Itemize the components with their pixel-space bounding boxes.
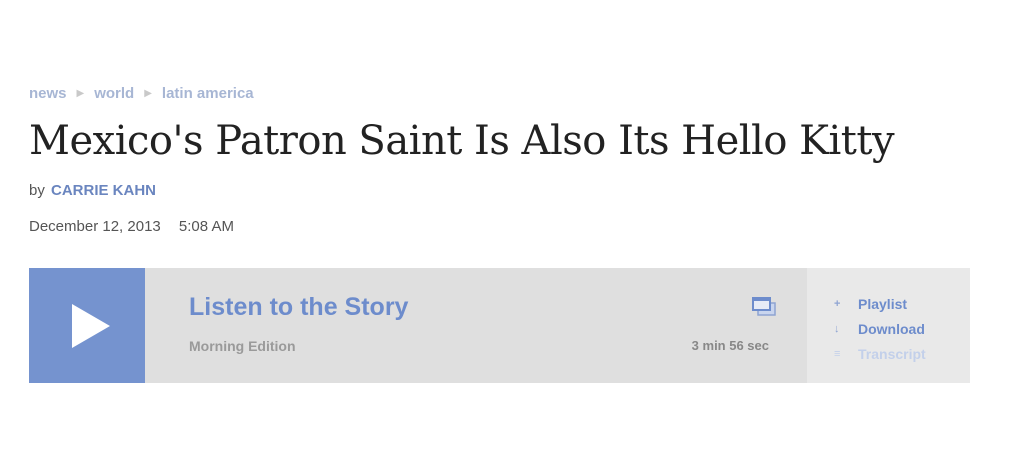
audio-duration: 3 min 56 sec (691, 338, 769, 353)
playlist-button[interactable]: + Playlist (834, 291, 926, 316)
play-icon (72, 303, 110, 348)
transcript-button[interactable]: ≡ Transcript (834, 341, 926, 366)
byline-prefix: by (29, 182, 45, 199)
breadcrumb-world[interactable]: world (94, 85, 134, 102)
dateline: December 12, 2013 5:08 AM (29, 218, 234, 235)
download-button[interactable]: ↓ Download (834, 316, 926, 341)
breadcrumb-separator-icon: ▶ (144, 88, 152, 99)
breadcrumb-separator-icon: ▶ (76, 88, 85, 99)
breadcrumb-latin-america[interactable]: latin america (162, 85, 254, 102)
plus-icon: + (834, 297, 841, 310)
author-link[interactable]: CARRIE KAHN (51, 182, 156, 199)
publish-date: December 12, 2013 (29, 218, 161, 235)
download-arrow-icon: ↓ (834, 322, 840, 335)
list-icon: ≡ (834, 347, 841, 360)
breadcrumb-news[interactable]: news (29, 85, 67, 102)
player-actions-panel: + Playlist ↓ Download ≡ Transcript (807, 268, 970, 383)
article-title: Mexico's Patron Saint Is Also Its Hello … (29, 118, 895, 164)
breadcrumb: news ▶ world ▶ latin america (29, 85, 254, 102)
transcript-label: Transcript (858, 345, 926, 362)
byline: by CARRIE KAHN (29, 182, 156, 199)
play-button[interactable] (29, 268, 145, 383)
program-name: Morning Edition (189, 338, 296, 354)
listen-to-story-link[interactable]: Listen to the Story (189, 293, 408, 322)
audio-player: Listen to the Story Morning Edition 3 mi… (29, 268, 970, 383)
publish-time: 5:08 AM (178, 218, 234, 235)
playlist-label: Playlist (858, 295, 908, 312)
popout-player-icon[interactable] (751, 296, 777, 318)
download-label: Download (858, 320, 925, 337)
player-info-panel: Listen to the Story Morning Edition 3 mi… (145, 268, 807, 383)
